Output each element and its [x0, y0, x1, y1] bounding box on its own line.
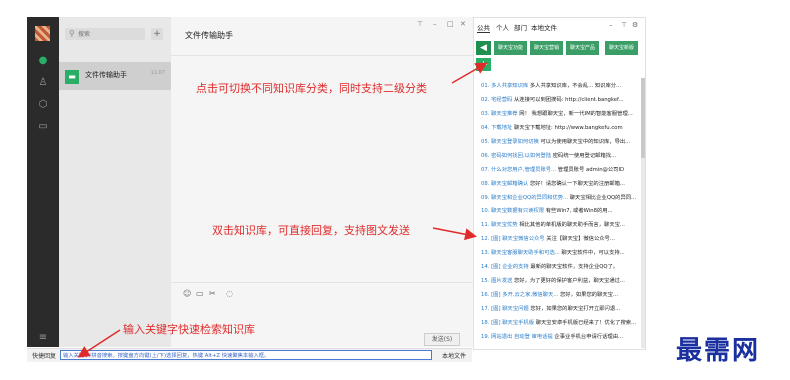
annotation-arrows [77, 62, 488, 358]
arrow-to-knowledge-item [432, 227, 477, 241]
arrow-to-categories [451, 62, 488, 84]
brand-watermark: 最需网 [676, 336, 761, 366]
arrow-to-search-input [77, 329, 121, 358]
